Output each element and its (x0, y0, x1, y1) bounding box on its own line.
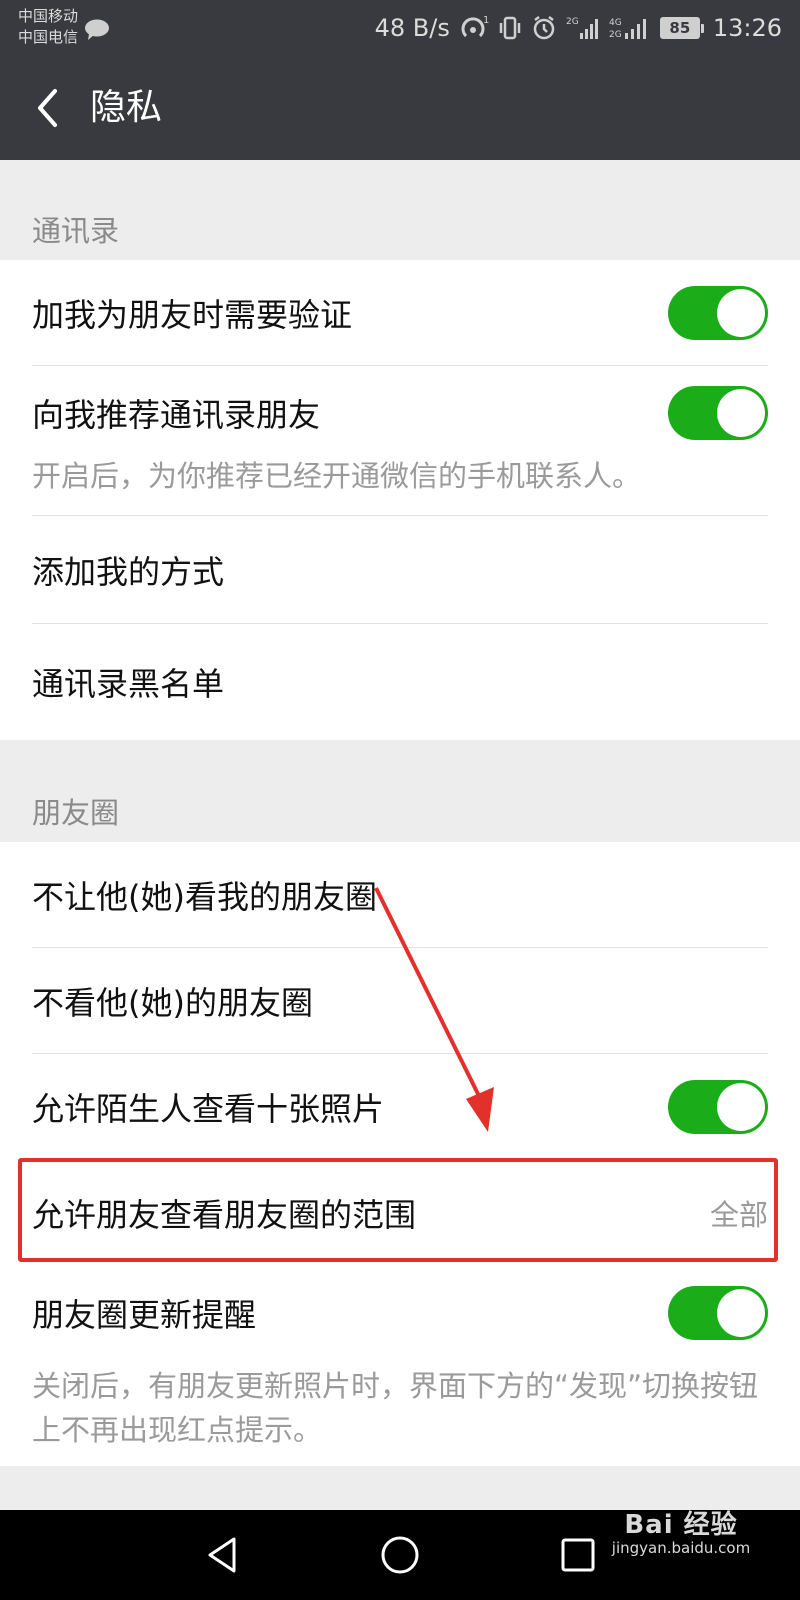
svg-text:2G: 2G (609, 30, 622, 40)
section-header-contacts: 通讯录 (32, 214, 120, 248)
row-label: 加我为朋友时需要验证 (32, 296, 353, 334)
row-moments-update-reminder[interactable]: 朋友圈更新提醒 关闭后，有朋友更新照片时，界面下方的“发现”切换按钮上不再出现红… (0, 1266, 800, 1466)
back-button[interactable] (26, 80, 70, 136)
watermark-url: jingyan.baidu.com (611, 1539, 751, 1557)
battery-level: 85 (659, 17, 700, 39)
svg-text:2G: 2G (566, 17, 579, 27)
toggle-stranger-ten-photos[interactable] (668, 1080, 768, 1134)
row-label: 通讯录黑名单 (32, 665, 225, 703)
hotspot-icon: 1 (459, 14, 489, 42)
row-hide-my-moments[interactable]: 不让他(她)看我的朋友圈 (0, 842, 800, 948)
row-label: 允许陌生人查看十张照片 (32, 1090, 385, 1128)
highlight-box (18, 1158, 778, 1262)
update-reminder-hint: 关闭后，有朋友更新照片时，界面下方的“发现”切换按钮上不再出现红点提示。 (32, 1369, 759, 1447)
row-recommend-contacts[interactable]: 向我推荐通讯录朋友 开启后，为你推荐已经开通微信的手机联系人。 (0, 366, 800, 516)
alarm-icon (531, 15, 557, 41)
row-label: 添加我的方式 (32, 553, 225, 591)
top-nav-bar: 隐私 (0, 56, 800, 160)
clock: 13:26 (712, 14, 782, 42)
baidu-jingyan-watermark: Bai 经验 jingyan.baidu.com (606, 1504, 756, 1557)
svg-text:1: 1 (483, 15, 489, 26)
toggle-recommend-contacts[interactable] (668, 386, 768, 440)
row-stranger-ten-photos[interactable]: 允许陌生人查看十张照片 (0, 1054, 800, 1160)
row-add-me-methods[interactable]: 添加我的方式 (0, 516, 800, 624)
section-header-moments: 朋友圈 (32, 796, 120, 830)
recommend-hint: 开启后，为你推荐已经开通微信的手机联系人。 (32, 459, 642, 493)
row-contacts-blacklist[interactable]: 通讯录黑名单 (0, 624, 800, 740)
page-title: 隐私 (90, 87, 163, 128)
row-label: 不让他(她)看我的朋友圈 (32, 878, 377, 916)
signal-2g-icon: 2G (566, 15, 600, 41)
row-verify-friend[interactable]: 加我为朋友时需要验证 (0, 260, 800, 366)
carrier-info: 中国移动 中国电信 (18, 6, 110, 48)
home-circle-icon[interactable] (360, 1510, 440, 1600)
svg-text:4G: 4G (609, 18, 622, 28)
contacts-group: 加我为朋友时需要验证 向我推荐通讯录朋友 开启后，为你推荐已经开通微信的手机联系… (0, 260, 800, 740)
status-bar: 中国移动 中国电信 48 B/s 1 2G 4G 2G 85 13:26 (0, 0, 800, 56)
row-label: 朋友圈更新提醒 (32, 1296, 257, 1334)
network-speed: 48 B/s (374, 14, 450, 42)
toggle-verify-friend[interactable] (668, 286, 768, 340)
vibrate-icon (498, 15, 522, 41)
chevron-left-icon (38, 89, 57, 127)
wechat-bubble-icon (84, 19, 110, 41)
signal-4g-icon: 4G 2G (609, 15, 651, 41)
row-hide-their-moments[interactable]: 不看他(她)的朋友圈 (0, 948, 800, 1054)
watermark-logo: Bai 经验 (624, 1510, 738, 1540)
moments-group: 不让他(她)看我的朋友圈 不看他(她)的朋友圈 允许陌生人查看十张照片 允许朋友… (0, 842, 800, 1466)
carrier-2-label: 中国电信 (18, 28, 79, 46)
battery-icon: 85 (659, 17, 704, 39)
row-label: 不看他(她)的朋友圈 (32, 984, 313, 1022)
back-triangle-icon[interactable] (182, 1510, 262, 1600)
row-label: 向我推荐通讯录朋友 (32, 396, 321, 434)
carrier-1-label: 中国移动 (18, 7, 79, 25)
toggle-moments-update-reminder[interactable] (668, 1286, 768, 1340)
